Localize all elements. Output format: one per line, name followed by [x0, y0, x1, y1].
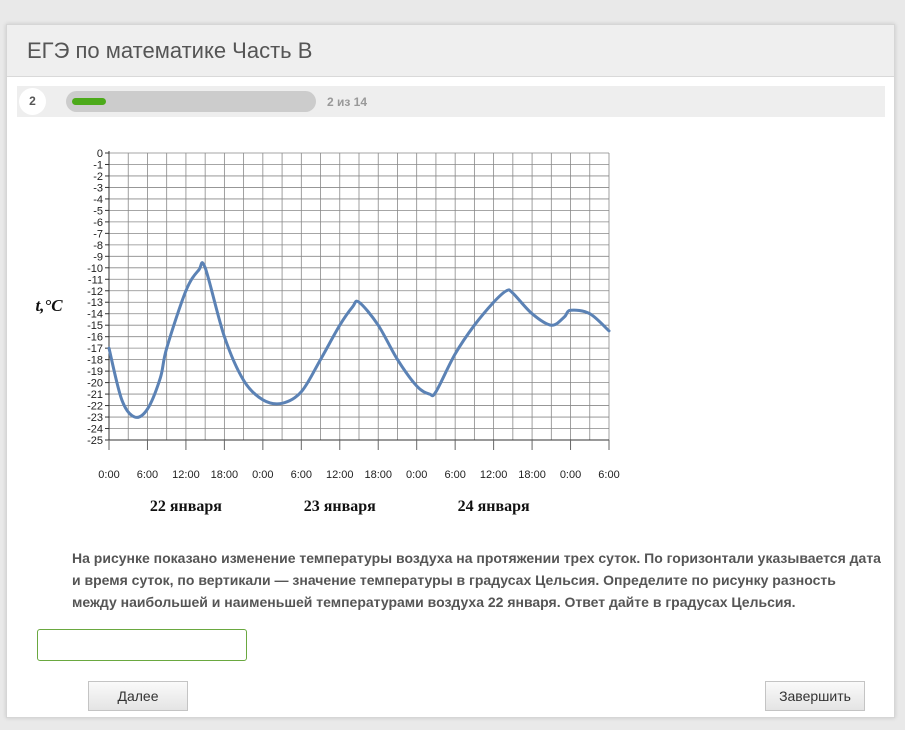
y-tick-label: -21	[87, 389, 103, 401]
y-tick-label: -5	[93, 205, 103, 217]
y-tick-label: -18	[87, 355, 103, 367]
x-tick-label: 0:00	[98, 469, 119, 481]
x-tick-label: 6:00	[444, 469, 465, 481]
next-button[interactable]: Далее	[88, 681, 188, 711]
y-tick-label: -11	[88, 274, 103, 286]
y-tick-label: -7	[93, 228, 103, 240]
x-tick-label: 12:00	[326, 469, 354, 481]
x-tick-label: 18:00	[211, 469, 239, 481]
y-tick-label: -14	[87, 309, 103, 321]
page-title: ЕГЭ по математике Часть B	[27, 38, 313, 63]
test-window: ЕГЭ по математике Часть B 2 2 из 14 0 -1-…	[6, 24, 895, 718]
question-number-badge[interactable]: 2	[19, 88, 46, 115]
y-tick-label: -16	[87, 332, 103, 344]
x-tick-label: 12:00	[172, 469, 200, 481]
y-tick-label: -1	[93, 159, 103, 171]
x-tick-label: 18:00	[518, 469, 546, 481]
header-bar: ЕГЭ по математике Часть B	[7, 25, 894, 77]
y-tick-label: -6	[93, 217, 103, 229]
y-tick-label: -24	[87, 424, 103, 436]
y-tick-label: -2	[93, 171, 103, 183]
x-tick-label: 18:00	[364, 469, 392, 481]
x-tick-label: 6:00	[598, 469, 619, 481]
y-tick-label: -17	[87, 343, 103, 355]
y-tick-label: -20	[87, 378, 103, 390]
y-tick-label: -8	[93, 240, 103, 252]
answer-input[interactable]	[37, 629, 247, 661]
y-tick-label: -19	[87, 366, 103, 378]
x-tick-label: 6:00	[137, 469, 158, 481]
temperature-chart: 0-1-2-3-4-5-6-7-8-9-10-11-12-13-14-15-16…	[35, 148, 619, 515]
y-tick-label: -9	[93, 251, 103, 263]
progress-text: 2 из 14	[327, 95, 368, 109]
y-tick-label: -25	[87, 435, 103, 447]
progress-row: 2 2 из 14	[17, 86, 885, 117]
x-tick-label: 0:00	[560, 469, 581, 481]
progress-bar-fill	[72, 98, 106, 105]
y-tick-label: -13	[87, 297, 103, 309]
x-tick-label: 0:00	[252, 469, 273, 481]
x-tick-label: 6:00	[291, 469, 312, 481]
x-tick-label: 12:00	[480, 469, 508, 481]
y-axis-label: t,°C	[35, 296, 63, 315]
x-tick-label: 0:00	[406, 469, 427, 481]
y-tick-label: -12	[87, 286, 103, 298]
y-tick-label: -10	[87, 263, 103, 275]
date-label: 23 января	[304, 498, 376, 515]
y-tick-label: -22	[87, 401, 103, 413]
date-label: 24 января	[458, 498, 530, 515]
y-tick-label: -15	[87, 320, 103, 332]
y-tick-label: -3	[93, 182, 103, 194]
y-tick-label: 0	[97, 148, 103, 160]
question-text: На рисунке показано изменение температур…	[72, 550, 881, 610]
progress-bar	[66, 91, 316, 112]
finish-button[interactable]: Завершить	[765, 681, 865, 711]
date-label: 22 января	[150, 498, 222, 515]
y-tick-label: -4	[93, 194, 103, 206]
y-tick-label: -23	[87, 412, 103, 424]
